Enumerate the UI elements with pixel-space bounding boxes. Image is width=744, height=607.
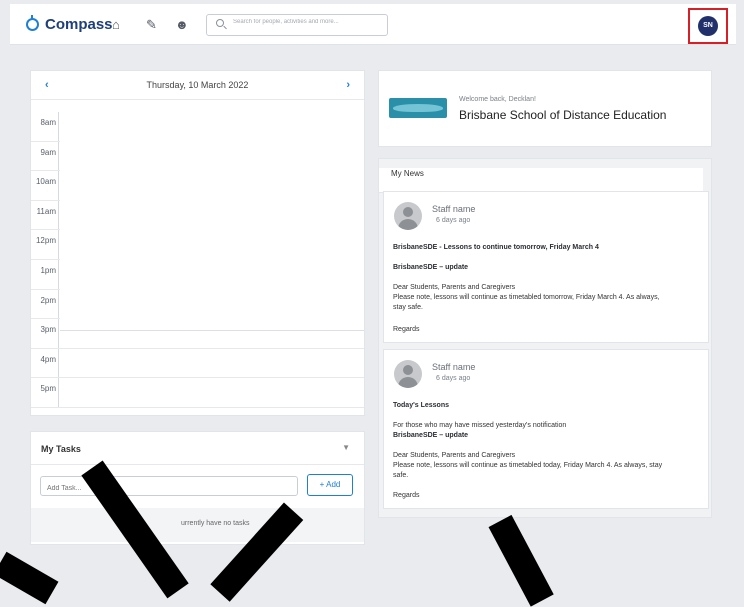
hour-label: 9am bbox=[31, 141, 59, 171]
news-time: 6 days ago bbox=[436, 375, 471, 382]
news-greeting: Dear Students, Parents and Caregivers bbox=[393, 452, 516, 459]
news-body: For those who may have missed yesterday'… bbox=[393, 422, 567, 429]
news-title: My News bbox=[379, 168, 703, 193]
next-day-button[interactable]: › bbox=[346, 79, 350, 91]
news-body: Please note, lessons will continue as ti… bbox=[393, 462, 663, 469]
calendar-date: Thursday, 10 March 2022 bbox=[146, 80, 249, 90]
news-signoff: Regards bbox=[393, 326, 420, 333]
news-headline: Today's Lessons bbox=[393, 402, 449, 409]
news-greeting: Dear Students, Parents and Caregivers bbox=[393, 284, 516, 291]
news-body: safe. bbox=[393, 472, 409, 479]
overlay-stroke bbox=[488, 514, 554, 607]
school-welcome-panel: Welcome back, Decklan! Brisbane School o… bbox=[378, 70, 712, 147]
news-item[interactable]: Staff name 6 days ago BrisbaneSDE - Less… bbox=[383, 191, 709, 343]
news-signoff: Regards bbox=[393, 492, 420, 499]
tasks-empty-text: urrently have no tasks bbox=[181, 520, 250, 527]
add-task-field[interactable] bbox=[40, 476, 298, 497]
tasks-title: My Tasks bbox=[41, 444, 81, 454]
overlay-stroke bbox=[0, 551, 59, 605]
hour-label: 12pm bbox=[31, 230, 59, 259]
news-headline: BrisbaneSDE - Lessons to continue tomorr… bbox=[393, 244, 599, 251]
avatar-highlight: SN bbox=[688, 8, 728, 44]
hour-label: 5pm bbox=[31, 378, 59, 407]
search-icon bbox=[216, 19, 224, 27]
news-body: Please note, lessons will continue as ti… bbox=[393, 294, 660, 301]
collapse-caret-icon[interactable]: ▼ bbox=[342, 443, 350, 452]
home-icon[interactable]: ⌂ bbox=[112, 17, 120, 32]
people-icon[interactable]: ☻ bbox=[175, 17, 189, 32]
school-logo bbox=[389, 98, 447, 118]
hour-label: 10am bbox=[31, 171, 59, 200]
news-author: Staff name bbox=[432, 362, 476, 372]
news-body: stay safe. bbox=[393, 304, 423, 311]
calendar-header: ‹ Thursday, 10 March 2022 › bbox=[31, 71, 364, 100]
top-navigation-bar: Compass ⌂ ✎ ☻ SN bbox=[10, 4, 736, 45]
hour-label: 8am bbox=[31, 112, 59, 141]
compass-logo[interactable]: Compass bbox=[26, 15, 113, 33]
news-time: 6 days ago bbox=[436, 217, 471, 224]
news-item[interactable]: Staff name 6 days ago Today's Lessons Fo… bbox=[383, 349, 709, 509]
app-name: Compass bbox=[45, 16, 113, 33]
news-panel: My News Staff name 6 days ago BrisbaneSD… bbox=[378, 158, 712, 518]
search-box[interactable] bbox=[206, 14, 388, 36]
hour-row[interactable]: 5pm bbox=[31, 378, 364, 408]
compass-logo-icon bbox=[26, 15, 39, 31]
hour-label: 1pm bbox=[31, 259, 59, 289]
pencil-icon[interactable]: ✎ bbox=[146, 17, 157, 33]
tasks-panel: My Tasks ▼ + Add urrently have no tasks bbox=[30, 431, 365, 545]
hour-label: 4pm bbox=[31, 348, 59, 378]
staff-avatar-icon bbox=[394, 360, 422, 388]
hour-label: 11am bbox=[31, 200, 59, 230]
news-author: Staff name bbox=[432, 204, 476, 214]
calendar-event-area[interactable] bbox=[60, 112, 364, 331]
calendar-panel: ‹ Thursday, 10 March 2022 › 8am 9am 10am… bbox=[30, 70, 365, 416]
staff-avatar-icon bbox=[394, 202, 422, 230]
hour-row[interactable]: 4pm bbox=[31, 348, 364, 379]
school-name: Brisbane School of Distance Education bbox=[459, 108, 667, 122]
add-task-input[interactable] bbox=[41, 480, 297, 497]
search-input[interactable] bbox=[231, 18, 385, 26]
news-subhead: BrisbaneSDE – update bbox=[393, 264, 469, 271]
welcome-text: Welcome back, Decklan! bbox=[459, 96, 536, 103]
news-subhead: BrisbaneSDE – update bbox=[393, 432, 469, 439]
tasks-empty-state: urrently have no tasks bbox=[31, 508, 364, 542]
calendar-grid[interactable]: 8am 9am 10am 11am 12pm 1pm 2pm 3pm 4pm 5… bbox=[31, 112, 364, 408]
user-avatar[interactable]: SN bbox=[698, 16, 718, 36]
hour-label: 3pm bbox=[31, 319, 59, 348]
add-task-button[interactable]: + Add bbox=[307, 474, 353, 496]
hour-label: 2pm bbox=[31, 289, 59, 319]
